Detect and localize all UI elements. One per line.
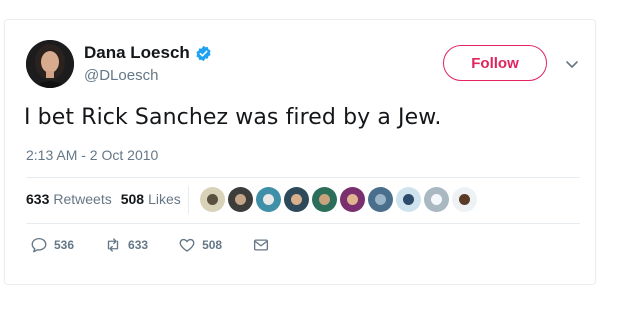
liker-avatar[interactable] [312,187,337,212]
follow-button[interactable]: Follow [443,45,547,81]
liker-avatar-head [459,194,470,205]
verified-badge-icon [196,45,211,61]
liker-avatar-head [291,194,302,205]
liker-avatar-head [207,194,218,205]
author-name-row: Dana Loesch [84,43,212,63]
liker-avatar-head [375,194,386,205]
direct-message-button[interactable] [252,236,270,254]
author-avatar-image [26,40,74,88]
retweets-label: Retweets [53,191,112,207]
liker-avatar-head [431,194,442,205]
retweets-count: 633 [26,191,50,207]
liker-avatar-head [319,194,330,205]
tweet-stats: 633 Retweets 508 Likes [26,191,190,207]
likes-stat[interactable]: 508 Likes [121,191,181,207]
reply-icon [31,237,47,253]
author-handle[interactable]: @DLoesch [84,67,158,84]
direct-message-icon [254,239,269,251]
liker-avatar[interactable] [424,187,449,212]
retweet-count: 633 [128,238,149,252]
liker-avatar-head [403,194,414,205]
liker-avatar[interactable] [452,187,477,212]
tweet-timestamp[interactable]: 2:13 AM - 2 Oct 2010 [26,147,158,163]
divider-top [26,177,580,178]
likes-label: Likes [148,191,181,207]
liker-avatar-head [235,194,246,205]
retweet-icon [107,238,119,252]
liker-avatar[interactable] [284,187,309,212]
retweet-button[interactable]: 633 [104,236,148,254]
author-avatar[interactable] [26,40,74,88]
liker-avatar[interactable] [368,187,393,212]
liker-avatar[interactable] [200,187,225,212]
heart-icon [179,238,195,252]
like-button[interactable]: 508 [178,236,222,254]
liker-avatars [200,187,477,212]
reply-count: 536 [54,238,75,252]
liker-avatar[interactable] [340,187,365,212]
liker-avatar[interactable] [256,187,281,212]
retweets-stat[interactable]: 633 Retweets [26,191,112,207]
liker-avatar[interactable] [228,187,253,212]
likes-count: 508 [120,191,145,207]
liker-avatar-head [347,194,358,205]
reply-button[interactable]: 536 [30,236,74,254]
tweet-actions: 536 633 508 [30,236,300,254]
like-count: 508 [202,238,223,252]
divider-bottom [26,223,580,224]
stats-separator [188,186,189,214]
author-name[interactable]: Dana Loesch [84,43,190,63]
liker-avatar-head [263,194,274,205]
liker-avatar[interactable] [396,187,421,212]
chevron-down-icon[interactable] [565,57,579,71]
tweet-text: I bet Rick Sanchez was fired by a Jew. [24,105,442,130]
